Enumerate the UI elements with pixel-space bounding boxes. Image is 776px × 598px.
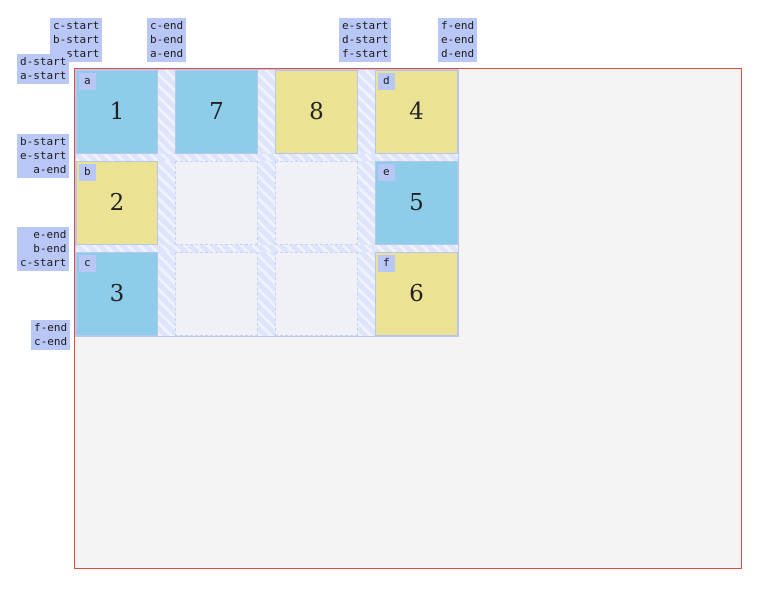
column-line-label: c-end b-end a-end: [147, 18, 187, 62]
column-gap: [158, 70, 175, 336]
item-number: 2: [109, 190, 125, 216]
column-gap: [358, 70, 375, 336]
area-name-label: e: [378, 164, 395, 181]
empty-grid-cell: [175, 252, 258, 336]
grid-item-5: e 5: [375, 161, 458, 245]
row-line-label: d-start a-start: [17, 54, 70, 84]
empty-grid-cell: [275, 161, 358, 245]
item-number: 6: [409, 281, 424, 307]
area-name-label: b: [79, 164, 96, 181]
item-number: 4: [409, 99, 424, 125]
column-gap: [258, 70, 275, 336]
row-line-label: f-end c-end: [31, 320, 71, 350]
area-name-label: f: [378, 255, 395, 272]
area-name-label: c: [79, 255, 96, 272]
grid-item-3: c 3: [76, 252, 158, 336]
item-number: 7: [209, 99, 224, 125]
row-gap: [76, 154, 458, 161]
empty-grid-cell: [275, 252, 358, 336]
item-number: 3: [109, 281, 125, 307]
grid-item-6: f 6: [375, 252, 458, 336]
area-name-label: a: [79, 73, 96, 90]
grid-item-7: 7: [175, 70, 258, 154]
row-gap: [76, 245, 458, 252]
item-number: 5: [409, 190, 424, 216]
row-line-label: b-start e-start a-end: [17, 134, 70, 178]
grid-item-8: 8: [275, 70, 358, 154]
row-line-label: e-end b-end c-start: [17, 227, 70, 271]
column-line-label: f-end e-end d-end: [438, 18, 478, 62]
empty-grid-cell: [175, 161, 258, 245]
grid-item-2: b 2: [76, 161, 158, 245]
area-name-label: d: [378, 73, 395, 90]
column-line-label: e-start d-start f-start: [339, 18, 392, 62]
grid-overlay: a 1 7 8 d 4 b 2 e 5 c 3 f 6: [75, 69, 459, 337]
item-number: 1: [109, 99, 125, 125]
grid-item-1: a 1: [76, 70, 158, 154]
grid-item-4: d 4: [375, 70, 458, 154]
item-number: 8: [309, 99, 324, 125]
